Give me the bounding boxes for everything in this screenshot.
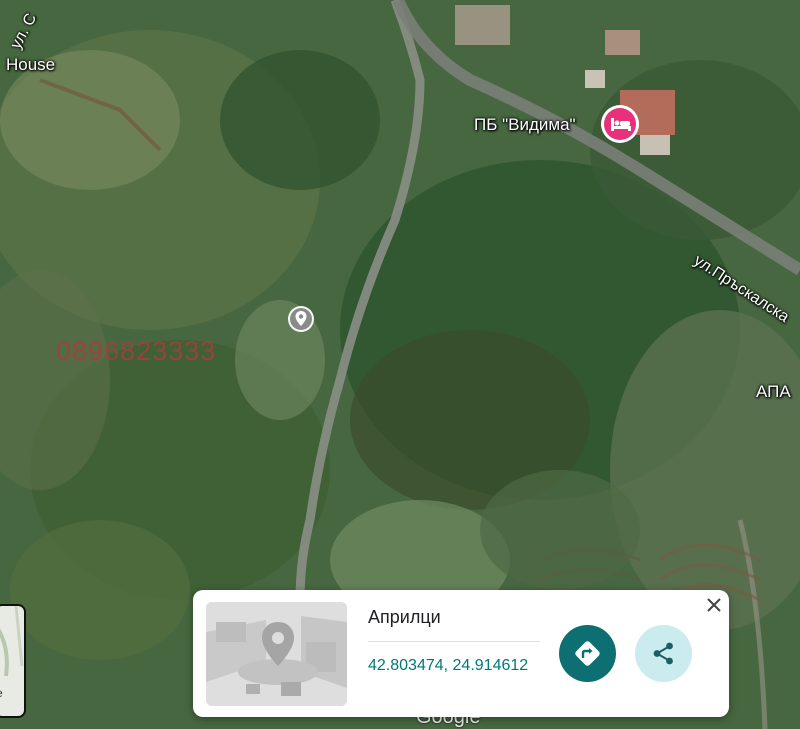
place-title: Априлци (368, 607, 441, 627)
map-pin-icon (288, 306, 314, 332)
directions-icon (575, 641, 600, 666)
dropped-pin-marker[interactable] (286, 304, 316, 339)
hotel-marker[interactable] (599, 103, 641, 150)
place-info-card: Априлци 42.803474, 24.914612 (193, 590, 729, 717)
card-divider (368, 641, 540, 642)
close-button[interactable] (703, 594, 725, 616)
place-photo-placeholder (206, 602, 347, 706)
layers-label: e (0, 686, 3, 700)
layers-toggle-button[interactable]: e (0, 604, 26, 718)
place-label-edge: АПА (756, 382, 791, 401)
poi-label-hotel[interactable]: ПБ "Видима" (474, 115, 576, 135)
map-layer-preview-icon (0, 606, 24, 677)
place-coordinates[interactable]: 42.803474, 24.914612 (368, 657, 528, 675)
directions-button[interactable] (559, 625, 616, 682)
poi-label-house[interactable]: House (6, 55, 55, 75)
close-icon (707, 598, 721, 612)
share-button[interactable] (635, 625, 692, 682)
place-photo-thumbnail[interactable] (206, 602, 347, 706)
share-icon (653, 642, 673, 665)
map-view[interactable]: ул. С House ПБ "Видима" ул.Пръскалска АП… (0, 0, 800, 729)
phone-watermark: 0896823333 (56, 336, 217, 366)
bed-icon (601, 105, 639, 143)
